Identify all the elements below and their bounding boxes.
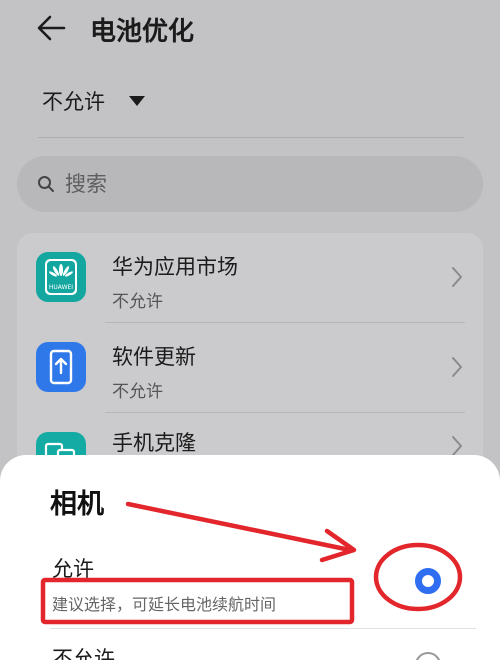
header: 电池优化 (0, 0, 500, 58)
page-title: 电池优化 (90, 17, 195, 47)
app-name: 华为应用市场 (112, 255, 238, 279)
option-allow-description: 建议选择，可延长电池续航时间 (52, 595, 277, 614)
app-name: 软件更新 (112, 345, 196, 369)
app-list: HUAWEI 华为应用市场 不允许 软件更新 不允许 手机克隆 (17, 233, 483, 493)
option-deny-label[interactable]: 不允许 (52, 643, 115, 660)
chevron-right-icon (452, 357, 462, 377)
search-icon (38, 176, 54, 192)
huawei-logo-text: HUAWEI (49, 284, 73, 291)
option-divider (50, 628, 476, 629)
app-name: 手机克隆 (112, 431, 196, 455)
sheet-title: 相机 (50, 489, 104, 520)
back-arrow-icon[interactable] (34, 12, 68, 44)
search-input[interactable] (65, 172, 445, 196)
software-update-icon (36, 342, 86, 392)
option-allow-label[interactable]: 允许 (52, 553, 94, 583)
bottom-sheet: 相机 允许 建议选择，可延长电池续航时间 不允许 (0, 455, 500, 660)
radio-deny[interactable] (415, 652, 441, 660)
huawei-appgallery-icon: HUAWEI (36, 252, 86, 302)
list-item-appgallery[interactable]: HUAWEI 华为应用市场 不允许 (17, 233, 483, 323)
list-item-software-update[interactable]: 软件更新 不允许 (17, 323, 483, 413)
filter-dropdown[interactable]: 不允许 (42, 86, 145, 116)
chevron-right-icon (452, 267, 462, 287)
filter-label: 不允许 (42, 90, 105, 114)
app-status: 不允许 (112, 382, 163, 402)
search-bar[interactable] (17, 156, 483, 212)
triangle-down-icon (129, 96, 145, 106)
chevron-right-icon (452, 436, 462, 456)
app-status: 不允许 (112, 292, 163, 312)
divider (38, 137, 464, 138)
radio-allow-selected[interactable] (415, 568, 441, 594)
